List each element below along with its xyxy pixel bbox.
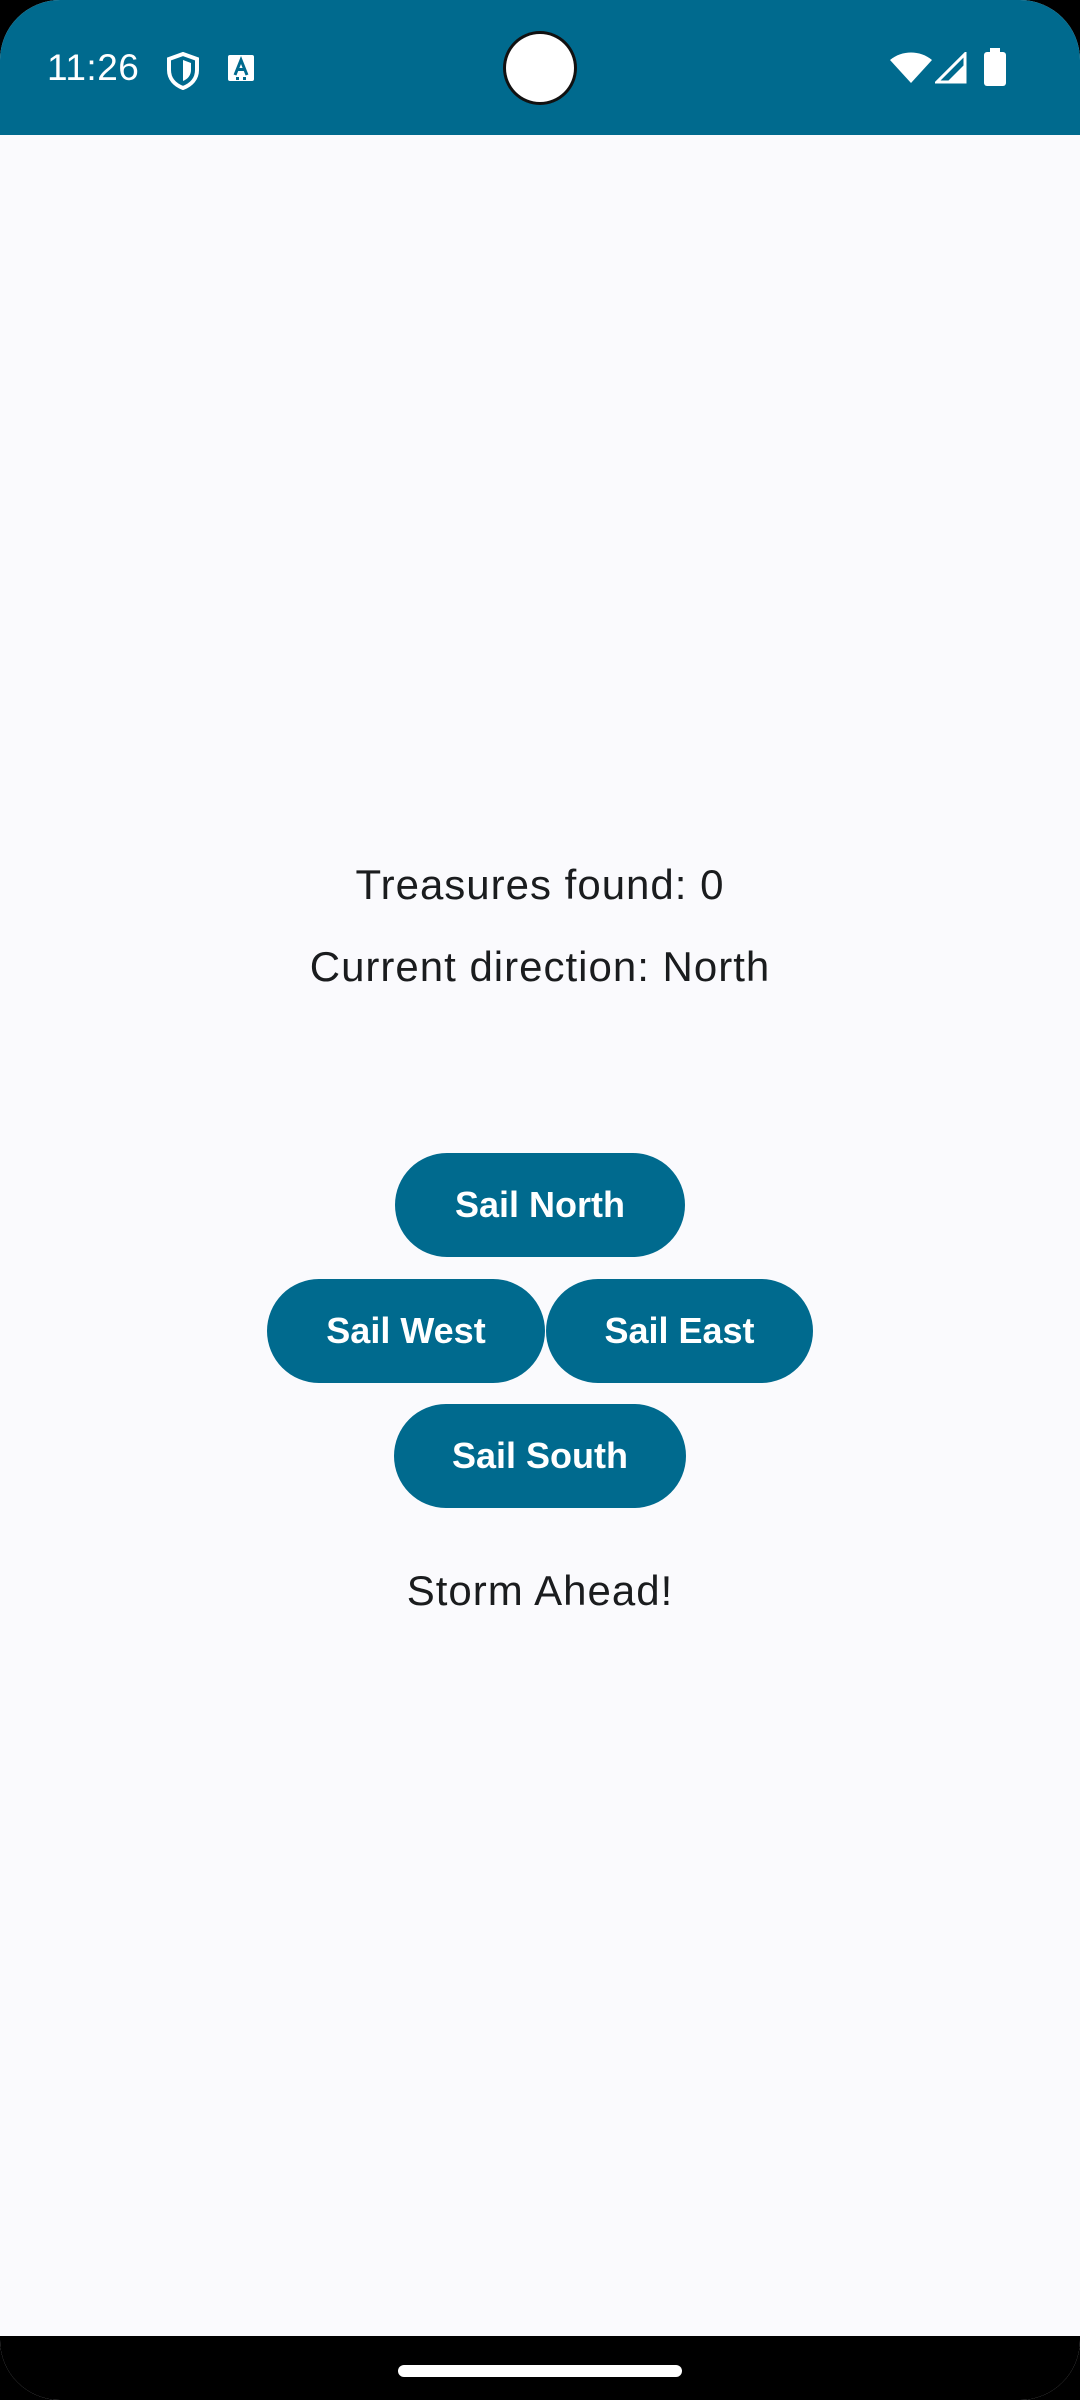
- home-indicator[interactable]: [398, 2365, 682, 2377]
- status-message: Storm Ahead!: [406, 1567, 674, 1614]
- sail-west-button[interactable]: Sail West: [267, 1279, 545, 1383]
- game-area: Treasures found: 0 Current direction: No…: [0, 135, 1080, 2335]
- sail-north-button[interactable]: Sail North: [395, 1153, 685, 1257]
- wifi-icon: [890, 52, 932, 83]
- signal-icon: [935, 52, 967, 84]
- treasures-counter: Treasures found: 0: [355, 861, 725, 908]
- phone-screen: 11:26 Treasures found: 0 Current directi…: [0, 0, 1080, 2400]
- sail-east-button[interactable]: Sail East: [546, 1279, 813, 1383]
- sail-south-button[interactable]: Sail South: [394, 1404, 686, 1508]
- battery-icon: [984, 48, 1006, 86]
- shield-icon: [167, 52, 199, 90]
- status-bar: 11:26: [0, 0, 1080, 135]
- direction-label: Current direction: North: [309, 943, 771, 990]
- front-camera: [506, 34, 574, 102]
- status-time: 11:26: [47, 47, 140, 88]
- translate-icon: [228, 55, 254, 81]
